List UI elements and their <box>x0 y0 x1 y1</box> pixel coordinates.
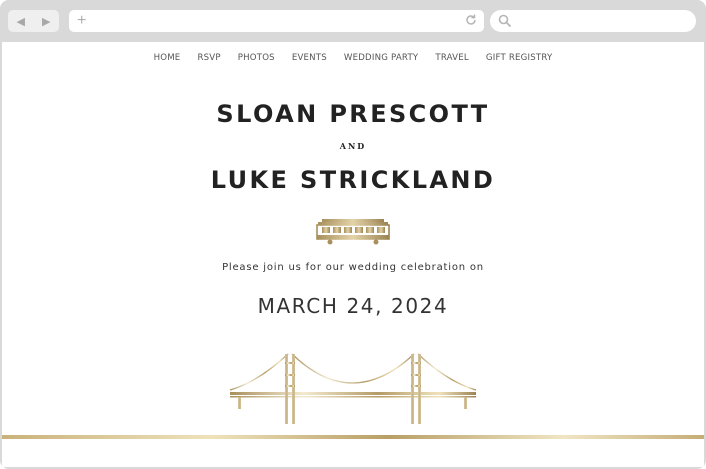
nav-events[interactable]: EVENTS <box>292 53 327 63</box>
nav-home[interactable]: HOME <box>154 53 181 63</box>
nav-photos[interactable]: PHOTOS <box>238 53 275 63</box>
history-buttons: ◀ ▶ <box>8 10 59 32</box>
search-bar[interactable] <box>490 10 696 32</box>
nav-rsvp[interactable]: RSVP <box>197 53 220 63</box>
browser-toolbar: ◀ ▶ + <box>0 0 706 42</box>
back-icon[interactable]: ◀ <box>8 10 34 32</box>
site-nav: HOME RSVP PHOTOS EVENTS WEDDING PARTY TR… <box>2 53 704 63</box>
partner-one-name: SLOAN PRESCOTT <box>216 100 490 128</box>
nav-travel[interactable]: TRAVEL <box>435 53 469 63</box>
wedding-page: HOME RSVP PHOTOS EVENTS WEDDING PARTY TR… <box>2 42 704 467</box>
cable-car-icon <box>314 217 392 252</box>
browser-window: ◀ ▶ + HOME RSVP PHOTOS EVENTS WEDDING PA… <box>0 0 706 469</box>
reload-icon[interactable] <box>464 13 478 32</box>
forward-icon[interactable]: ▶ <box>34 10 60 32</box>
gold-divider <box>2 435 704 439</box>
nav-gift-registry[interactable]: GIFT REGISTRY <box>486 53 553 63</box>
partner-two-name: LUKE STRICKLAND <box>210 166 496 194</box>
golden-gate-bridge-icon <box>228 352 478 432</box>
new-tab-icon[interactable]: + <box>77 12 86 30</box>
address-bar[interactable]: + <box>69 10 484 32</box>
and-joiner: AND <box>339 141 367 151</box>
invitation-text: Please join us for our wedding celebrati… <box>222 262 484 273</box>
nav-wedding-party[interactable]: WEDDING PARTY <box>344 53 418 63</box>
wedding-date: MARCH 24, 2024 <box>257 294 449 318</box>
search-icon <box>498 14 512 33</box>
